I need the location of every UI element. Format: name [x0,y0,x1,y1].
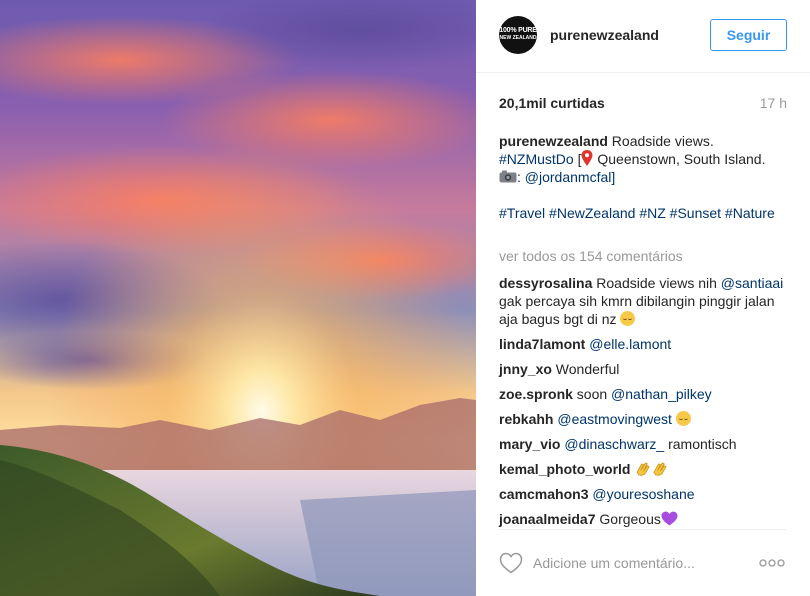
avatar[interactable]: 100% PURE NEW ZEALAND [499,16,537,54]
comment-username[interactable]: linda7lamont [499,336,585,352]
comment-mention[interactable]: @youresoshane [592,486,694,502]
comment-username[interactable]: mary_vio [499,436,560,452]
post-header: 100% PURE NEW ZEALAND purenewzealand Seg… [476,0,810,73]
caption-location: Queenstown, South Island. [593,151,766,167]
caption-text: ] [611,169,616,185]
comment-item: mary_vio @dinaschwarz_ ramontisch [499,435,789,453]
comment-text: Wonderful [551,361,620,377]
comment-mention[interactable]: @dinaschwarz_ [564,436,664,452]
likes-row: 20,1mil curtidas 17 h [499,95,787,113]
more-dots-icon[interactable] [759,557,785,569]
avatar-logo-line1: 100% PURE [499,27,537,34]
comment-text: ramontisch [664,436,737,452]
relieved-face-icon [675,411,691,426]
caption-hashtag[interactable]: #NZMustDo [499,151,574,167]
post-footer [476,529,810,596]
comment-item: joanaalmeida7 Gorgeous [499,510,789,528]
footer-divider [499,529,787,530]
comment-mention[interactable]: @eastmovingwest [557,411,672,427]
comment-text: Roadside views nih [592,275,721,291]
relieved-face-icon [620,311,636,326]
comment-username[interactable]: joanaalmeida7 [499,511,596,527]
instagram-post: 100% PURE NEW ZEALAND purenewzealand Seg… [0,0,810,596]
post-photo[interactable] [0,0,476,596]
heart-outline-icon[interactable] [499,552,523,574]
comment-item: linda7lamont @elle.lamont [499,335,789,353]
caption: purenewzealand Roadside views. #NZMustDo… [499,132,789,186]
pin-icon [581,150,593,166]
caption-text: Roadside views. [607,133,714,149]
clapping-hands-icon [636,462,667,476]
comment-item: jnny_xo Wonderful [499,360,789,378]
follow-button[interactable]: Seguir [710,19,787,51]
comment-username[interactable]: camcmahon3 [499,486,588,502]
caption-hashtags[interactable]: #Travel #NewZealand #NZ #Sunset #Nature [499,204,789,222]
header-username[interactable]: purenewzealand [550,27,659,43]
purple-heart-icon [661,511,678,526]
comment-text: gak percaya sih kmrn dibilangin pinggir … [499,293,775,327]
post-details-panel: 100% PURE NEW ZEALAND purenewzealand Seg… [476,0,810,596]
comment-text: Gorgeous [595,511,661,527]
view-all-comments-link[interactable]: ver todos os 154 comentários [499,248,683,264]
avatar-logo-line2: NEW ZEALAND [499,35,537,41]
caption-username[interactable]: purenewzealand [499,133,608,149]
comment-mention[interactable]: @nathan_pilkey [611,386,712,402]
comment-username[interactable]: zoe.spronk [499,386,573,402]
comment-mention[interactable]: @santiaai [721,275,783,291]
comment-username[interactable]: rebkahh [499,411,553,427]
comment-username[interactable]: kemal_photo_world [499,461,630,477]
comment-text: soon [572,386,612,402]
caption-text: [ [573,151,582,167]
comment-item: rebkahh @eastmovingwest [499,410,789,428]
comment-username[interactable]: jnny_xo [499,361,552,377]
comment-username[interactable]: dessyrosalina [499,275,592,291]
add-comment-input[interactable] [533,553,738,573]
sunset-landscape-image [0,0,476,596]
likes-count[interactable]: 20,1mil curtidas [499,95,605,111]
comment-item: zoe.spronk soon @nathan_pilkey [499,385,789,403]
comment-item: camcmahon3 @youresoshane [499,485,789,503]
comment-mention[interactable]: @elle.lamont [589,336,671,352]
post-time[interactable]: 17 h [760,95,787,111]
comment-item: dessyrosalina Roadside views nih @santia… [499,274,789,328]
camera-icon [499,170,517,183]
caption-text: : [517,169,525,185]
comment-item: kemal_photo_world [499,460,789,478]
caption-mention[interactable]: @jordanmcfal [525,169,612,185]
